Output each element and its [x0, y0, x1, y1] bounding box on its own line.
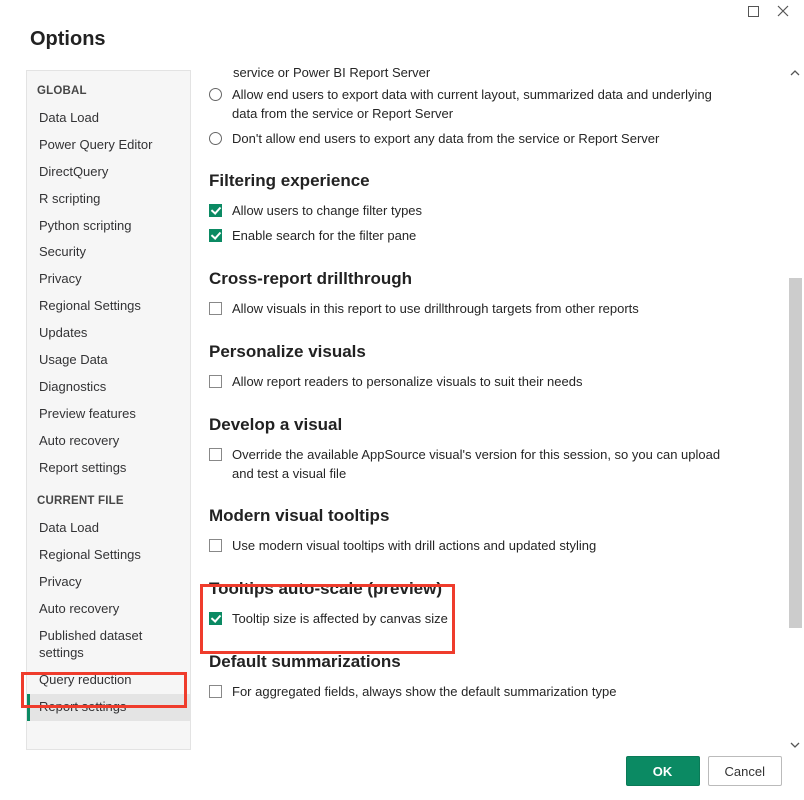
scroll-down-icon[interactable] [786, 736, 804, 754]
export-option-dont-allow[interactable]: Don't allow end users to export any data… [205, 127, 762, 152]
section-develop-visual: Develop a visual [209, 415, 762, 435]
sidebar: GLOBAL Data Load Power Query Editor Dire… [26, 70, 191, 750]
radio-icon[interactable] [209, 132, 222, 145]
sidebar-section-global: GLOBAL [27, 71, 190, 105]
scroll-thumb[interactable] [789, 278, 802, 628]
sidebar-item-security[interactable]: Security [27, 239, 190, 266]
sidebar-item-preview-features[interactable]: Preview features [27, 401, 190, 428]
checkbox-icon[interactable] [209, 204, 222, 217]
checkbox-icon[interactable] [209, 229, 222, 242]
option-label: Allow end users to export data with curr… [232, 86, 732, 124]
section-tooltips-auto-scale: Tooltips auto-scale (preview) [209, 579, 762, 599]
checkbox-icon[interactable] [209, 685, 222, 698]
option-label: Use modern visual tooltips with drill ac… [232, 537, 596, 556]
scroll-up-icon[interactable] [786, 64, 804, 82]
sidebar-item-diagnostics[interactable]: Diagnostics [27, 374, 190, 401]
maximize-icon[interactable] [746, 4, 760, 18]
sidebar-item-directquery[interactable]: DirectQuery [27, 159, 190, 186]
sidebar-item-privacy[interactable]: Privacy [27, 266, 190, 293]
checkbox-tooltip-auto-scale[interactable]: Tooltip size is affected by canvas size [205, 607, 762, 632]
sidebar-item-cf-query-reduction[interactable]: Query reduction [27, 667, 190, 694]
section-modern-tooltips: Modern visual tooltips [209, 506, 762, 526]
option-label: Allow report readers to personalize visu… [232, 373, 582, 392]
export-option-current-layout[interactable]: Allow end users to export data with curr… [205, 83, 762, 127]
sidebar-item-auto-recovery[interactable]: Auto recovery [27, 428, 190, 455]
sidebar-item-python-scripting[interactable]: Python scripting [27, 213, 190, 240]
sidebar-item-usage-data[interactable]: Usage Data [27, 347, 190, 374]
checkbox-personalize-visuals[interactable]: Allow report readers to personalize visu… [205, 370, 762, 395]
checkbox-icon[interactable] [209, 448, 222, 461]
option-label: Allow visuals in this report to use dril… [232, 300, 639, 319]
option-label: Enable search for the filter pane [232, 227, 416, 246]
option-label: Don't allow end users to export any data… [232, 130, 659, 149]
dialog-title: Options [0, 22, 804, 65]
sidebar-item-data-load[interactable]: Data Load [27, 105, 190, 132]
option-label: For aggregated fields, always show the d… [232, 683, 616, 702]
checkbox-allow-change-filter-types[interactable]: Allow users to change filter types [205, 199, 762, 224]
sidebar-item-power-query-editor[interactable]: Power Query Editor [27, 132, 190, 159]
section-personalize-visuals: Personalize visuals [209, 342, 762, 362]
option-label: Allow users to change filter types [232, 202, 422, 221]
checkbox-icon[interactable] [209, 539, 222, 552]
sidebar-section-current-file: CURRENT FILE [27, 481, 190, 515]
sidebar-item-r-scripting[interactable]: R scripting [27, 186, 190, 213]
sidebar-item-updates[interactable]: Updates [27, 320, 190, 347]
sidebar-item-cf-regional-settings[interactable]: Regional Settings [27, 542, 190, 569]
section-cross-report-drillthrough: Cross-report drillthrough [209, 269, 762, 289]
checkbox-icon[interactable] [209, 375, 222, 388]
sidebar-item-report-settings[interactable]: Report settings [27, 455, 190, 482]
content-scrollbar[interactable] [786, 64, 804, 754]
close-icon[interactable] [776, 4, 790, 18]
section-filtering-experience: Filtering experience [209, 171, 762, 191]
section-default-summarizations: Default summarizations [209, 652, 762, 672]
export-continued-line: service or Power BI Report Server [205, 64, 762, 83]
sidebar-item-regional-settings[interactable]: Regional Settings [27, 293, 190, 320]
checkbox-cross-report-drillthrough[interactable]: Allow visuals in this report to use dril… [205, 297, 762, 322]
sidebar-item-cf-privacy[interactable]: Privacy [27, 569, 190, 596]
checkbox-icon[interactable] [209, 612, 222, 625]
ok-button[interactable]: OK [626, 756, 700, 786]
dialog-footer: OK Cancel [626, 756, 782, 786]
option-label: Tooltip size is affected by canvas size [232, 610, 448, 629]
checkbox-modern-tooltips[interactable]: Use modern visual tooltips with drill ac… [205, 534, 762, 559]
sidebar-item-cf-report-settings[interactable]: Report settings [27, 694, 190, 721]
sidebar-item-cf-published-dataset-settings[interactable]: Published dataset settings [27, 623, 190, 667]
checkbox-default-summarization[interactable]: For aggregated fields, always show the d… [205, 680, 762, 705]
checkbox-icon[interactable] [209, 302, 222, 315]
radio-icon[interactable] [209, 88, 222, 101]
sidebar-item-cf-data-load[interactable]: Data Load [27, 515, 190, 542]
sidebar-item-cf-auto-recovery[interactable]: Auto recovery [27, 596, 190, 623]
cancel-button[interactable]: Cancel [708, 756, 782, 786]
content-pane: service or Power BI Report Server Allow … [205, 64, 780, 754]
titlebar [0, 0, 804, 22]
checkbox-enable-search-filter-pane[interactable]: Enable search for the filter pane [205, 224, 762, 249]
option-label: Override the available AppSource visual'… [232, 446, 732, 484]
checkbox-develop-visual-override[interactable]: Override the available AppSource visual'… [205, 443, 762, 487]
